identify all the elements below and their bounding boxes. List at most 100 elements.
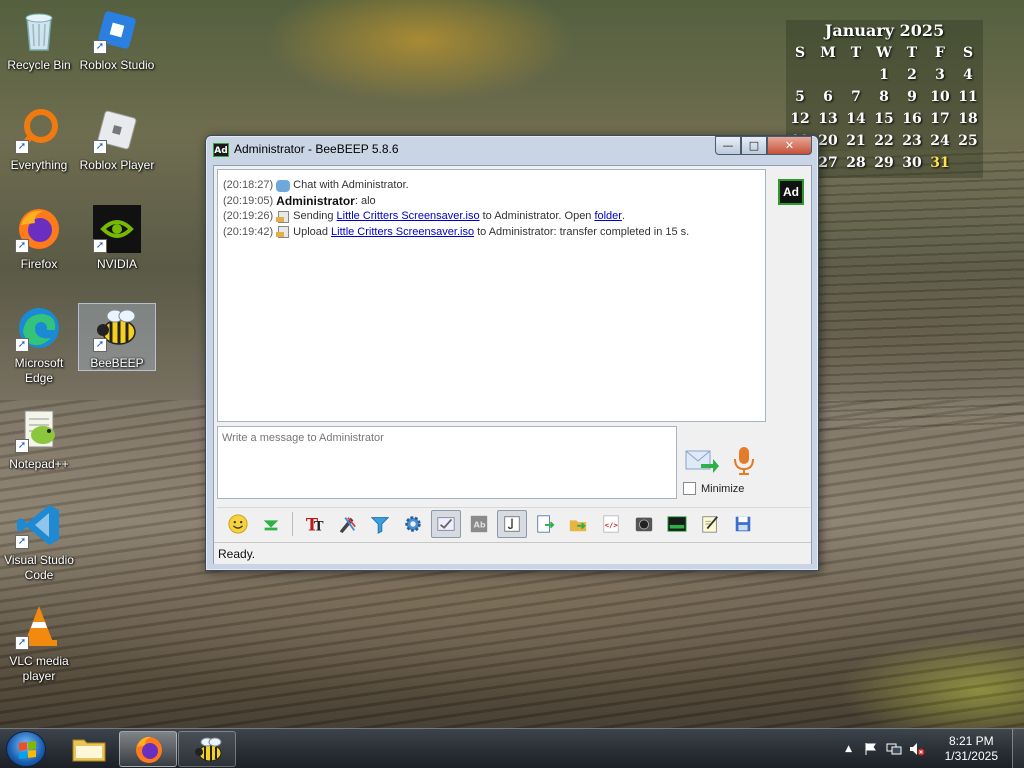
microphone-icon[interactable] <box>733 446 755 476</box>
more-button[interactable] <box>256 510 286 538</box>
settings-button[interactable] <box>398 510 428 538</box>
save-chat-button[interactable] <box>728 510 758 538</box>
spell-check-button[interactable] <box>431 509 461 538</box>
send-file-icon <box>568 514 588 534</box>
minimize-option[interactable]: Minimize <box>683 482 744 495</box>
camera-button[interactable] <box>629 510 659 538</box>
desktop-icon-label: VLC media player <box>9 654 69 683</box>
calendar-title: January 2025 <box>824 21 945 40</box>
minimize-button[interactable]: — <box>715 136 741 155</box>
font-button[interactable]: TT <box>299 510 329 538</box>
system-tray: ▲ 8:21 PM 1/31/2025 <box>842 729 1024 768</box>
calendar-day: 1 <box>879 67 889 83</box>
chat-log[interactable]: (20:18:27) Chat with Administrator. (20:… <box>217 169 766 422</box>
compact-view-button[interactable]: Ab <box>464 510 494 538</box>
chat-toolbar: TT Ab </> <box>217 507 810 539</box>
desktop-icon-label: Roblox Player <box>79 158 155 172</box>
export-button[interactable] <box>530 510 560 538</box>
folder-link[interactable]: folder <box>594 209 622 225</box>
status-bar: Ready. <box>214 542 811 564</box>
volume-muted-icon[interactable] <box>908 741 926 757</box>
emoticon-button[interactable] <box>223 510 253 538</box>
chat-text: . <box>621 210 626 222</box>
clock-time: 8:21 PM <box>948 734 994 748</box>
desktop-icon-recycle-bin[interactable]: Recycle Bin <box>0 6 78 73</box>
show-desktop-button[interactable] <box>1012 729 1024 768</box>
calendar-day <box>842 64 870 86</box>
window-titlebar[interactable]: Ad Administrator - BeeBEEP 5.8.6 — □ ✕ <box>206 136 818 162</box>
file-link[interactable]: Little Critters Screensaver.iso <box>337 209 480 225</box>
chat-text: Upload <box>293 225 329 238</box>
file-link[interactable]: Little Critters Screensaver.iso <box>331 225 474 241</box>
calendar-day: 16 <box>902 111 922 127</box>
desktop-icon-notepad-plus-plus[interactable]: ➚ Notepad++ <box>0 405 78 472</box>
filter-button[interactable] <box>365 510 395 538</box>
shortcut-arrow-icon: ➚ <box>15 535 29 549</box>
message-input[interactable]: Write a message to Administrator <box>217 426 677 499</box>
taskbar-item-firefox[interactable] <box>119 731 177 767</box>
desktop-icon-roblox-studio[interactable]: ➚ Roblox Studio <box>78 6 156 73</box>
close-button[interactable]: ✕ <box>767 136 812 155</box>
desktop-icon-everything[interactable]: ➚ Everything <box>0 106 78 173</box>
desktop-icon-label: Firefox <box>20 257 58 271</box>
html-button[interactable]: </> <box>596 510 626 538</box>
font-color-button[interactable] <box>332 510 362 538</box>
calendar-day <box>814 64 842 86</box>
desktop-icon-microsoft-edge[interactable]: ➚ Microsoft Edge <box>0 304 78 386</box>
user-avatar[interactable]: Ad <box>778 179 804 205</box>
calendar-day: 30 <box>902 155 922 171</box>
calendar-weekday: M <box>820 45 836 61</box>
timestamp: (20:19:26) <box>223 210 274 222</box>
network-icon[interactable] <box>885 741 903 757</box>
taskbar-clock[interactable]: 8:21 PM 1/31/2025 <box>945 734 998 764</box>
toolbar-separator <box>292 511 293 536</box>
edge-icon: ➚ <box>15 304 63 352</box>
file-transfer-icon <box>276 226 290 239</box>
taskbar-item-beebeep[interactable] <box>178 731 236 767</box>
svg-text:T: T <box>314 518 324 533</box>
desktop-icon-roblox-player[interactable]: ➚ Roblox Player <box>78 106 156 173</box>
vlc-cone-icon: ➚ <box>15 602 63 650</box>
font-icon: TT <box>304 514 324 534</box>
calendar-day: 11 <box>958 89 978 105</box>
minimize-label: Minimize <box>701 482 745 495</box>
calendar-day: 8 <box>879 89 889 105</box>
send-message-icon[interactable] <box>685 448 719 474</box>
file-transfer-icon <box>276 210 290 223</box>
window-client-area: (20:18:27) Chat with Administrator. (20:… <box>213 165 812 564</box>
maximize-button[interactable]: □ <box>741 136 767 155</box>
window-controls: — □ ✕ <box>715 136 812 155</box>
desktop-icon-label: Visual Studio Code <box>4 553 74 582</box>
notes-button[interactable] <box>695 510 725 538</box>
desktop-icon-beebeep[interactable]: ➚ BeeBEEP <box>78 303 156 371</box>
shortcut-arrow-icon: ➚ <box>15 636 29 650</box>
chat-line: (20:19:26) Sending Little Critters Scree… <box>223 209 760 225</box>
desktop-icon-nvidia[interactable]: ➚ NVIDIA <box>78 205 156 272</box>
screenshot-button[interactable] <box>662 510 692 538</box>
show-hidden-icons-button[interactable]: ▲ <box>842 744 856 754</box>
calendar-day: 25 <box>958 133 978 149</box>
calendar-day: 6 <box>823 89 833 105</box>
desktop-icon-firefox[interactable]: ➚ Firefox <box>0 205 78 272</box>
action-center-flag-icon[interactable] <box>862 741 880 757</box>
send-file-button[interactable] <box>563 510 593 538</box>
everything-search-icon: ➚ <box>15 106 63 154</box>
calendar-day: 12 <box>790 111 810 127</box>
timestamp: (20:19:42) <box>223 225 274 238</box>
html-icon: </> <box>601 514 621 534</box>
calendar-day <box>954 152 982 174</box>
desktop-icon-vlc[interactable]: ➚ VLC media player <box>0 602 78 684</box>
app-icon[interactable]: Ad <box>213 143 229 157</box>
taskbar-item-file-explorer[interactable] <box>60 731 118 767</box>
calendar-day: 15 <box>874 111 894 127</box>
calendar-day: 28 <box>846 155 866 171</box>
desktop-icon-label: Notepad++ <box>9 457 69 471</box>
windows-logo-icon <box>19 741 36 759</box>
minimize-checkbox[interactable] <box>683 482 696 495</box>
roblox-player-icon: ➚ <box>93 106 141 154</box>
nvidia-icon: ➚ <box>93 205 141 253</box>
svg-text:Ab: Ab <box>474 519 486 529</box>
desktop-icon-visual-studio-code[interactable]: ➚ Visual Studio Code <box>0 501 78 583</box>
text-mode-button[interactable] <box>497 509 527 538</box>
start-button[interactable] <box>6 731 46 767</box>
